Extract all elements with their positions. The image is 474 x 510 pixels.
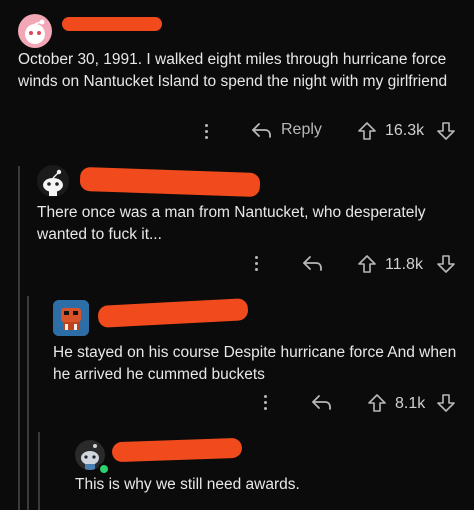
upvote-icon[interactable] [367, 393, 387, 413]
username-redaction [62, 17, 162, 31]
reply-label: Reply [281, 121, 322, 138]
downvote-icon[interactable] [436, 121, 456, 141]
comment-body: October 30, 1991. I walked eight miles t… [18, 51, 448, 90]
thread-line [18, 166, 20, 510]
downvote-icon[interactable] [436, 393, 456, 413]
upvote-icon[interactable] [357, 121, 377, 141]
username-redaction [79, 166, 261, 198]
comment-body: He stayed on his course Despite hurrican… [53, 344, 457, 383]
comment-body: There once was a man from Nantucket, who… [37, 204, 426, 243]
more-options-icon[interactable] [255, 256, 259, 274]
downvote-icon[interactable] [436, 254, 456, 274]
avatar[interactable] [37, 165, 69, 197]
reply-icon [251, 121, 273, 139]
reply-icon[interactable] [302, 254, 324, 272]
upvote-icon[interactable] [357, 254, 377, 274]
vote-count: 11.8k [385, 256, 423, 273]
reply-icon[interactable] [311, 393, 333, 411]
username-redaction [97, 298, 249, 328]
comment-body: This is why we still need awards. [75, 476, 300, 493]
more-options-icon[interactable] [205, 124, 209, 142]
avatar[interactable] [53, 300, 89, 336]
reply-button[interactable]: Reply [251, 121, 322, 139]
vote-count: 16.3k [385, 122, 425, 139]
username-redaction [111, 437, 243, 463]
vote-count: 8.1k [395, 395, 426, 412]
more-options-icon[interactable] [264, 395, 268, 413]
thread-line [38, 432, 40, 510]
thread-line [27, 296, 29, 510]
avatar[interactable] [18, 14, 52, 48]
